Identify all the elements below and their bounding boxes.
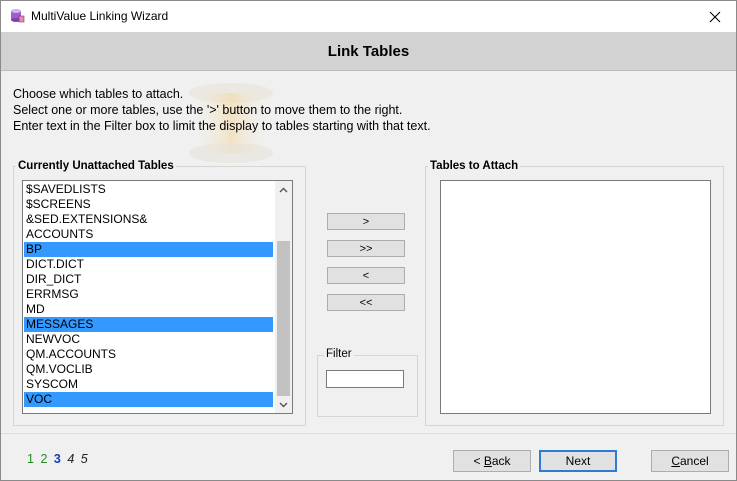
table-list-item[interactable]: DIR_DICT bbox=[24, 272, 273, 287]
instruction-line-1: Choose which tables to attach. bbox=[13, 87, 184, 101]
back-button-mnemonic: B bbox=[483, 454, 492, 468]
step-indicator: 1 2 3 4 5 bbox=[27, 452, 91, 466]
table-list-item[interactable]: ERRMSG bbox=[24, 287, 273, 302]
cancel-button[interactable]: Cancel bbox=[651, 450, 729, 472]
step-2: 2 bbox=[40, 452, 48, 466]
unattached-items: $SAVEDLISTS $SCREENS &SED.EXTENSIONS& ACCOU… bbox=[24, 182, 273, 407]
wizard-footer: 1 2 3 4 5 < Back Next Cancel bbox=[1, 434, 736, 480]
step-5: 5 bbox=[80, 452, 88, 466]
move-right-button[interactable]: > bbox=[327, 213, 405, 230]
chevron-down-icon bbox=[279, 402, 288, 407]
table-list-item[interactable]: BP bbox=[24, 242, 273, 257]
close-icon bbox=[709, 11, 721, 22]
cancel-button-mnemonic: C bbox=[671, 454, 680, 468]
table-list-item[interactable]: QM.ACCOUNTS bbox=[24, 347, 273, 362]
step-4: 4 bbox=[67, 452, 75, 466]
close-button[interactable] bbox=[694, 1, 736, 32]
step-3-current: 3 bbox=[53, 452, 61, 466]
database-app-icon bbox=[11, 9, 25, 23]
unattached-tables-label: Currently Unattached Tables bbox=[16, 160, 176, 172]
table-list-item[interactable]: $SAVEDLISTS bbox=[24, 182, 273, 197]
back-button-label: ack bbox=[491, 454, 511, 468]
back-button-prefix: < bbox=[473, 454, 484, 468]
title-bar[interactable]: MultiValue Linking Wizard bbox=[1, 1, 736, 32]
chevron-up-icon bbox=[279, 187, 288, 192]
wizard-content: Choose which tables to attach. Select on… bbox=[1, 71, 736, 433]
tables-to-attach-group: Tables to Attach bbox=[425, 160, 724, 426]
back-button[interactable]: < Back bbox=[453, 450, 531, 472]
instructions: Choose which tables to attach. Select on… bbox=[13, 86, 431, 134]
filter-label: Filter bbox=[324, 348, 354, 360]
move-all-right-button[interactable]: >> bbox=[327, 240, 405, 257]
cancel-button-label: ancel bbox=[679, 454, 709, 468]
table-list-item[interactable]: $SCREENS bbox=[24, 197, 273, 212]
move-all-left-button[interactable]: << bbox=[327, 294, 405, 311]
filter-group: Filter bbox=[317, 348, 418, 417]
tables-to-attach-label: Tables to Attach bbox=[428, 160, 521, 172]
move-left-button[interactable]: < bbox=[327, 267, 405, 284]
page-title: Link Tables bbox=[327, 43, 410, 60]
tables-to-attach-list[interactable] bbox=[440, 180, 711, 414]
table-list-item[interactable]: MD bbox=[24, 302, 273, 317]
window-title: MultiValue Linking Wizard bbox=[31, 9, 169, 23]
wizard-window: MultiValue Linking Wizard Link Tables Ch… bbox=[0, 0, 737, 481]
wizard-header: Link Tables bbox=[1, 32, 736, 71]
scroll-up-button[interactable] bbox=[275, 181, 292, 198]
instruction-line-2: Select one or more tables, use the '>' b… bbox=[13, 103, 403, 117]
table-list-item[interactable]: MESSAGES bbox=[24, 317, 273, 332]
unattached-tables-group: Currently Unattached Tables $SAVEDLISTS $… bbox=[13, 160, 306, 426]
next-button-label: Next bbox=[565, 454, 591, 468]
step-1: 1 bbox=[27, 452, 34, 466]
table-list-item[interactable]: ACCOUNTS bbox=[24, 227, 273, 242]
list-scrollbar[interactable] bbox=[275, 181, 292, 413]
scroll-thumb[interactable] bbox=[277, 241, 290, 396]
table-list-item[interactable]: DICT.DICT bbox=[24, 257, 273, 272]
instruction-line-3: Enter text in the Filter box to limit th… bbox=[13, 119, 431, 133]
table-list-item[interactable]: &SED.EXTENSIONS& bbox=[24, 212, 273, 227]
filter-input[interactable] bbox=[326, 370, 404, 388]
unattached-tables-list[interactable]: $SAVEDLISTS $SCREENS &SED.EXTENSIONS& ACCOU… bbox=[22, 180, 293, 414]
table-list-item[interactable]: VOC bbox=[24, 392, 273, 407]
table-list-item[interactable]: SYSCOM bbox=[24, 377, 273, 392]
table-list-item[interactable]: QM.VOCLIB bbox=[24, 362, 273, 377]
table-list-item[interactable]: NEWVOC bbox=[24, 332, 273, 347]
scroll-down-button[interactable] bbox=[275, 396, 292, 413]
next-button[interactable]: Next bbox=[539, 450, 617, 472]
